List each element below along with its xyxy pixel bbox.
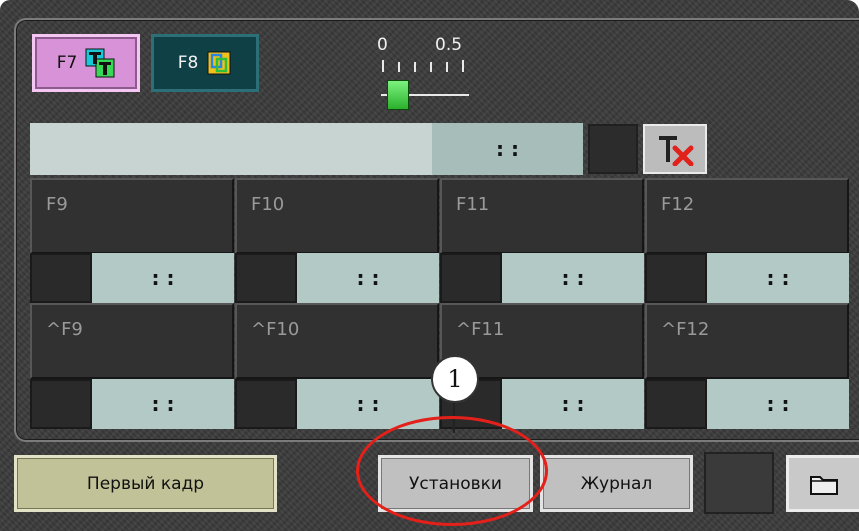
slot-indicator	[440, 253, 502, 303]
slot-indicator	[235, 379, 297, 429]
slot-f12[interactable]: F12	[645, 178, 849, 254]
slider-thumb[interactable]	[387, 80, 409, 110]
slot-ctrl-f12-time: : :	[645, 379, 849, 429]
slot-ctrl-f10[interactable]: ^F10	[235, 303, 439, 379]
callout-marker: 1	[431, 355, 479, 403]
text-layers-icon	[85, 48, 115, 78]
app-window: F7 F8 0 0.5 : : F9 F10 F11 F12:::::…	[0, 0, 859, 531]
clear-text-button[interactable]	[643, 124, 707, 174]
overlay-icon	[207, 51, 231, 75]
clear-text-icon	[659, 136, 694, 166]
main-timecode-bar: : :	[30, 123, 583, 175]
slot-timecode: : :	[707, 253, 849, 303]
settings-highlight-ellipse	[356, 416, 548, 526]
slot-label: ^F12	[661, 319, 710, 340]
folder-icon	[810, 475, 838, 495]
slot-ctrl-f9[interactable]: ^F9	[30, 303, 234, 379]
slot-timecode: : :	[297, 253, 439, 303]
slot-f9-time: : :	[30, 253, 234, 303]
slot-label: ^F10	[251, 319, 300, 340]
transparency-slider[interactable]: 0 0.5	[375, 35, 480, 115]
slot-label: F9	[46, 194, 68, 215]
slot-label: F10	[251, 194, 285, 215]
slider-tick	[446, 62, 448, 72]
slot-f10-time: : :	[235, 253, 439, 303]
slot-label: ^F9	[46, 319, 83, 340]
first-frame-button[interactable]: Первый кадр	[14, 455, 277, 512]
f7-label: F7	[56, 53, 78, 73]
slider-min-label: 0	[377, 35, 388, 55]
slot-indicator	[645, 379, 707, 429]
main-timecode: : :	[432, 123, 583, 175]
slot-label: ^F11	[456, 319, 505, 340]
slot-f12-time: : :	[645, 253, 849, 303]
slot-timecode: : :	[502, 379, 644, 429]
slider-max-label: 0.5	[435, 35, 463, 55]
slider-tick	[398, 62, 400, 72]
slider-tick	[382, 60, 384, 72]
status-box	[704, 452, 774, 514]
slot-timecode: : :	[707, 379, 849, 429]
f8-button[interactable]: F8	[151, 34, 259, 92]
slot-indicator	[30, 379, 92, 429]
slider-tick	[430, 62, 432, 72]
slot-indicator	[235, 253, 297, 303]
slot-f11-time: : :	[440, 253, 644, 303]
slot-ctrl-f9-time: : :	[30, 379, 234, 429]
journal-button[interactable]: Журнал	[540, 455, 693, 512]
slot-timecode: : :	[92, 379, 234, 429]
f7-button[interactable]: F7	[32, 34, 140, 92]
slot-timecode: : :	[502, 253, 644, 303]
slider-tick	[414, 62, 416, 72]
slot-ctrl-f12[interactable]: ^F12	[645, 303, 849, 379]
open-folder-button[interactable]	[786, 455, 859, 512]
slot-label: F12	[661, 194, 695, 215]
slider-tick	[462, 60, 464, 72]
slot-f11[interactable]: F11	[440, 178, 644, 254]
slot-indicator	[30, 253, 92, 303]
slot-timecode: : :	[92, 253, 234, 303]
slot-indicator	[645, 253, 707, 303]
slot-label: F11	[456, 194, 490, 215]
main-indicator-box	[588, 124, 638, 174]
slot-f9[interactable]: F9	[30, 178, 234, 254]
slot-f10[interactable]: F10	[235, 178, 439, 254]
f8-label: F8	[177, 53, 199, 73]
